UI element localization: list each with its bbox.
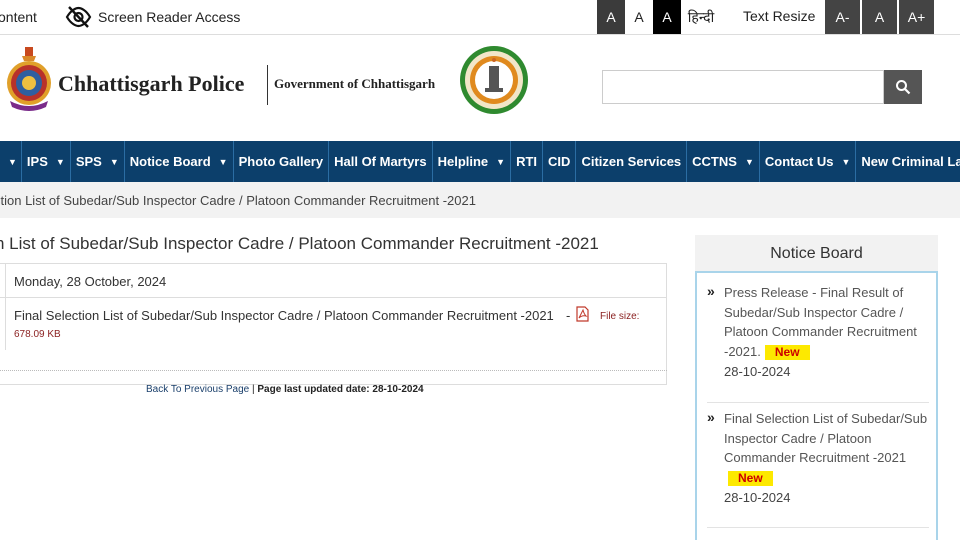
caret-down-icon: ▼	[496, 156, 506, 167]
nav-label: CCTNS	[692, 154, 737, 169]
last-updated-text: Page last updated date: 28-10-2024	[257, 384, 424, 395]
nav-label: RTI	[516, 154, 538, 169]
site-name: Chhattisgarh Police	[58, 71, 245, 96]
notice-date: 28-10-2024	[724, 364, 791, 379]
nav-item-ips[interactable]: IPS ▼	[22, 141, 71, 182]
nav-label: Notice Board	[129, 154, 211, 169]
text-size-controls: A- A A+	[825, 0, 934, 34]
contrast-light-button[interactable]: A	[625, 0, 653, 34]
nav-label: Photo Gallery	[238, 154, 324, 169]
notice-link[interactable]: Final Selection List of Subedar/Sub Insp…	[724, 409, 929, 488]
notice-board-title: Notice Board	[695, 235, 938, 271]
search-icon	[896, 80, 911, 95]
nav-item-photo-gallery[interactable]: Photo Gallery	[234, 141, 330, 182]
nav-label: SPS	[75, 154, 102, 169]
caret-down-icon: ▼	[218, 156, 228, 167]
search-input[interactable]	[602, 70, 884, 104]
search-button[interactable]	[884, 70, 922, 104]
main-nav: ▼ IPS ▼ SPS ▼ Notice Board ▼ Photo Gallery …	[0, 141, 960, 182]
document-table: Monday, 28 October, 2024	[0, 263, 667, 385]
screen-reader-access-link[interactable]: Screen Reader Access	[65, 6, 240, 28]
nav-label: IPS	[26, 154, 48, 169]
nav-label: Helpline	[437, 154, 489, 169]
back-to-previous-link[interactable]: Back To Previous Page	[146, 384, 249, 395]
decrease-text-button[interactable]: A-	[825, 0, 860, 34]
normal-text-button[interactable]: A	[862, 0, 897, 34]
page: ontent Screen Reader Access A A A हिन्दी…	[0, 0, 960, 540]
footer-separator: |	[252, 384, 255, 395]
state-emblem-logo	[460, 46, 528, 114]
increase-text-button[interactable]: A+	[899, 0, 934, 34]
notice-divider	[707, 402, 929, 403]
content-divider	[0, 370, 667, 371]
nav-item-cid[interactable]: CID	[543, 141, 577, 182]
notice-text: Final Selection List of Subedar/Sub Insp…	[724, 411, 928, 466]
nav-item-notice-board[interactable]: Notice Board ▼	[125, 141, 234, 182]
contrast-default-button[interactable]: A	[597, 0, 625, 34]
new-badge: New	[764, 345, 810, 361]
date-row: Monday, 28 October, 2024	[0, 264, 666, 298]
notice-link[interactable]: Press Release - Final Result of Subedar/…	[724, 283, 929, 362]
caret-down-icon: ▼	[109, 156, 119, 167]
table-cell-border	[0, 298, 6, 350]
page-footer-links: Back To Previous Page | Page last update…	[146, 384, 424, 395]
notice-divider	[707, 527, 929, 528]
new-badge: New	[728, 471, 773, 487]
government-name: Government of Chhattisgarh	[274, 76, 436, 91]
nav-item-sps[interactable]: SPS ▼	[71, 141, 125, 182]
nav-item-hall-of-martyrs[interactable]: Hall Of Martyrs	[329, 141, 433, 182]
notice-text: Press Release - Final Result of Subedar/…	[724, 285, 917, 360]
nav-label: Citizen Services	[581, 154, 682, 169]
table-cell-border	[0, 264, 6, 297]
breadcrumb-current: ction List of Subedar/Sub Inspector Cadr…	[0, 193, 476, 208]
caret-down-icon: ▼	[841, 156, 851, 167]
skip-to-content-link[interactable]: ontent	[0, 9, 37, 25]
file-size-value: 678.09 KB	[14, 329, 61, 340]
publish-date: Monday, 28 October, 2024	[14, 274, 167, 289]
nav-item-rti[interactable]: RTI	[511, 141, 544, 182]
caret-down-icon: ▼	[744, 156, 754, 167]
caret-down-icon: ▼	[55, 156, 65, 167]
link-dash: -	[566, 308, 571, 323]
file-size-label: File size:	[600, 311, 640, 322]
nav-label: Hall Of Martyrs	[334, 154, 427, 169]
notice-date: 28-10-2024	[724, 490, 791, 505]
caret-down-icon: ▼	[8, 156, 17, 167]
notice-board: » Press Release - Final Result of Subeda…	[695, 271, 938, 540]
screen-reader-label: Screen Reader Access	[98, 9, 241, 25]
nav-label: CID	[548, 154, 571, 169]
nav-item-home[interactable]: ▼	[0, 141, 22, 182]
nav-label: Contact Us	[764, 154, 834, 169]
page-title: n List of Subedar/Sub Inspector Cadre / …	[0, 234, 599, 253]
text-resize-label: Text Resize	[743, 8, 816, 24]
top-utility-bar: ontent Screen Reader Access A A A हिन्दी…	[0, 0, 960, 35]
nav-item-citizen-services[interactable]: Citizen Services	[576, 141, 688, 182]
header-divider	[267, 65, 268, 105]
nav-item-contact-us[interactable]: Contact Us ▼	[760, 141, 857, 182]
contrast-controls: A A A हिन्दी	[597, 0, 721, 34]
contrast-high-button[interactable]: A	[653, 0, 681, 34]
double-chevron-right-icon: »	[707, 283, 715, 299]
document-link[interactable]: Final Selection List of Subedar/Sub Insp…	[14, 308, 554, 323]
hindi-language-link[interactable]: हिन्दी	[681, 0, 721, 34]
double-chevron-right-icon: »	[707, 409, 715, 425]
nav-item-helpline[interactable]: Helpline ▼	[433, 141, 512, 182]
eye-slash-icon	[65, 6, 92, 28]
nav-item-cctns[interactable]: CCTNS ▼	[687, 141, 760, 182]
site-header: Chhattisgarh Police Government of Chhatt…	[0, 35, 960, 141]
breadcrumb: ction List of Subedar/Sub Inspector Cadr…	[0, 182, 960, 218]
nav-item-new-criminal-laws[interactable]: New Criminal Laws▼	[856, 141, 960, 182]
nav-label: New Criminal Laws	[861, 154, 960, 169]
police-emblem-logo[interactable]	[4, 45, 54, 117]
pdf-icon[interactable]	[576, 306, 589, 322]
